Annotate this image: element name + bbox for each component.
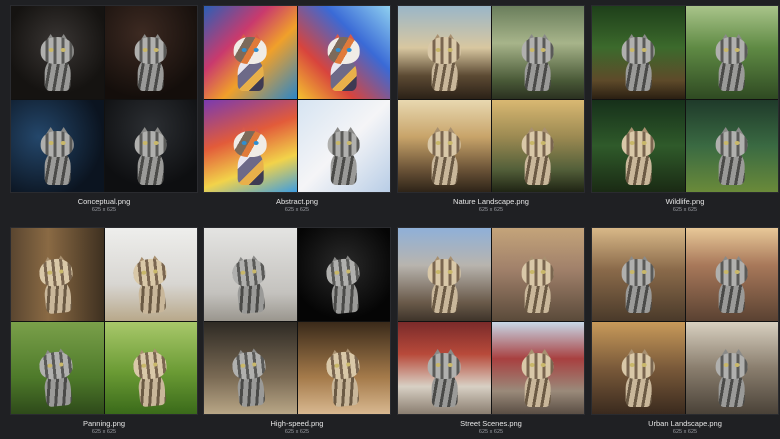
- thumbnail-cell: [685, 321, 778, 414]
- thumbnail-cell: [204, 321, 297, 414]
- cat-image: [618, 33, 659, 92]
- gallery-tile-conceptual[interactable]: Conceptual.png 625 x 625: [10, 5, 198, 214]
- gallery-tile-high-speed[interactable]: High-speed.png 625 x 625: [203, 227, 391, 436]
- cat-image: [618, 127, 659, 185]
- cat-image: [230, 127, 271, 185]
- thumbnail-cell: [104, 6, 197, 99]
- cat-image: [37, 33, 78, 92]
- thumbnail-conceptual[interactable]: [10, 5, 198, 193]
- gallery-tile-wildlife[interactable]: Wildlife.png 625 x 625: [591, 5, 779, 214]
- thumbnail-cell: [297, 228, 390, 321]
- gallery-tile-urban-landscape[interactable]: Urban Landscape.png 625 x 625: [591, 227, 779, 436]
- cat-image: [618, 255, 659, 314]
- cat-image: [34, 254, 80, 315]
- cat-image: [230, 33, 271, 92]
- thumbnail-abstract[interactable]: [203, 5, 391, 193]
- thumbnail-wildlife[interactable]: [591, 5, 779, 193]
- thumbnail-cell: [491, 99, 584, 192]
- tile-filename: Conceptual.png: [77, 197, 131, 206]
- thumbnail-panning[interactable]: [10, 227, 198, 415]
- thumbnail-cell: [104, 321, 197, 414]
- cat-image: [227, 347, 273, 408]
- thumbnail-cell: [592, 321, 685, 414]
- cat-image: [711, 127, 752, 185]
- tile-dimensions: 625 x 625: [478, 207, 504, 213]
- thumbnail-cell: [297, 321, 390, 414]
- tile-filename: High-speed.png: [270, 419, 324, 428]
- tile-dimensions: 625 x 625: [672, 429, 698, 435]
- cat-image: [130, 127, 171, 185]
- tile-filename: Nature Landscape.png: [453, 197, 529, 206]
- tile-dimensions: 625 x 625: [91, 207, 117, 213]
- thumbnail-cell: [104, 99, 197, 192]
- thumbnail-cell: [204, 6, 297, 99]
- cat-image: [711, 255, 752, 314]
- tile-filename: Street Scenes.png: [460, 419, 522, 428]
- thumbnail-cell: [398, 6, 491, 99]
- thumbnail-cell: [11, 99, 104, 192]
- thumbnail-cell: [592, 228, 685, 321]
- thumbnail-cell: [491, 6, 584, 99]
- cat-image: [321, 254, 367, 315]
- gallery-tile-street-scenes[interactable]: Street Scenes.png 625 x 625: [397, 227, 585, 436]
- cat-image: [517, 33, 558, 92]
- tile-dimensions: 625 x 625: [284, 207, 310, 213]
- cat-image: [424, 127, 465, 185]
- thumbnail-urban-landscape[interactable]: [591, 227, 779, 415]
- thumbnail-cell: [11, 6, 104, 99]
- thumbnail-cell: [398, 99, 491, 192]
- tile-filename: Wildlife.png: [665, 197, 705, 206]
- cat-image: [517, 127, 558, 185]
- gallery-tile-nature-landscape[interactable]: Nature Landscape.png 625 x 625: [397, 5, 585, 214]
- tile-dimensions: 625 x 625: [284, 429, 310, 435]
- thumbnail-cell: [104, 228, 197, 321]
- cat-image: [618, 349, 659, 407]
- cat-image: [424, 33, 465, 92]
- thumbnail-cell: [398, 228, 491, 321]
- cat-image: [424, 255, 465, 314]
- cat-image: [323, 33, 364, 92]
- tile-filename: Urban Landscape.png: [648, 419, 722, 428]
- cat-image: [128, 254, 174, 315]
- thumbnail-high-speed[interactable]: [203, 227, 391, 415]
- cat-image: [517, 349, 558, 407]
- thumbnail-cell: [11, 228, 104, 321]
- gallery-tile-panning[interactable]: Panning.png 625 x 625: [10, 227, 198, 436]
- thumbnail-cell: [11, 321, 104, 414]
- thumbnail-nature-landscape[interactable]: [397, 5, 585, 193]
- tile-filename: Panning.png: [82, 419, 126, 428]
- cat-image: [424, 349, 465, 407]
- thumbnail-cell: [204, 99, 297, 192]
- gallery-tile-abstract[interactable]: Abstract.png 625 x 625: [203, 5, 391, 214]
- thumbnail-cell: [297, 6, 390, 99]
- cat-image: [323, 127, 364, 185]
- cat-image: [711, 349, 752, 407]
- thumbnail-cell: [592, 99, 685, 192]
- thumbnail-cell: [685, 99, 778, 192]
- cat-image: [711, 33, 752, 92]
- cat-image: [227, 254, 273, 315]
- thumbnail-cell: [297, 99, 390, 192]
- cat-image: [128, 347, 174, 408]
- thumbnail-cell: [491, 321, 584, 414]
- thumbnail-cell: [685, 228, 778, 321]
- thumbnail-cell: [685, 6, 778, 99]
- thumbnail-cell: [204, 228, 297, 321]
- tile-dimensions: 625 x 625: [91, 429, 117, 435]
- cat-image: [321, 347, 367, 408]
- thumbnail-cell: [592, 6, 685, 99]
- thumbnail-cell: [398, 321, 491, 414]
- cat-image: [130, 33, 171, 92]
- tile-filename: Abstract.png: [275, 197, 319, 206]
- thumbnail-street-scenes[interactable]: [397, 227, 585, 415]
- tile-dimensions: 625 x 625: [478, 429, 504, 435]
- image-gallery: Conceptual.png 625 x 625 Abstract.png 62…: [0, 0, 780, 439]
- tile-dimensions: 625 x 625: [672, 207, 698, 213]
- cat-image: [517, 255, 558, 314]
- cat-image: [37, 127, 78, 185]
- thumbnail-cell: [491, 228, 584, 321]
- cat-image: [34, 347, 80, 408]
